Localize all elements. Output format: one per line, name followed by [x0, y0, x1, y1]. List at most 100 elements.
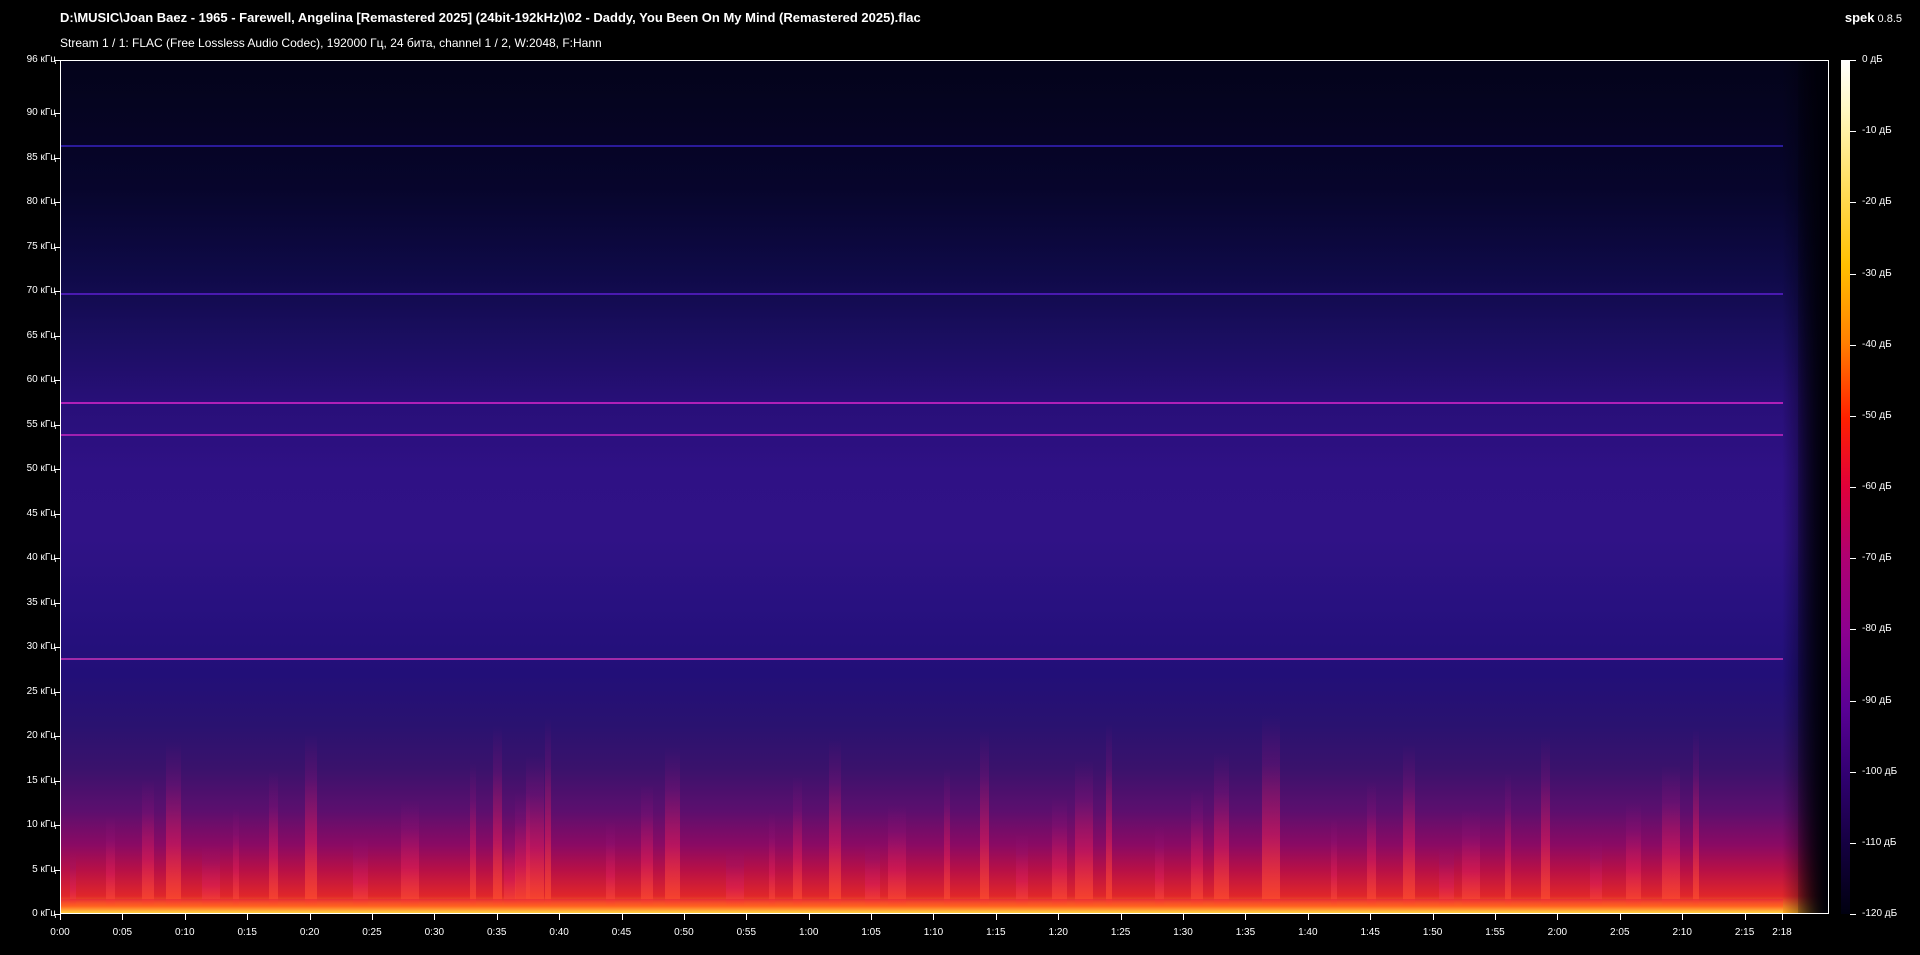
time-tick-mark: [1682, 914, 1684, 920]
energy-burst: [769, 813, 776, 913]
frequency-tick-label: 45 кГц: [26, 507, 56, 519]
time-tick-label: 0:15: [237, 927, 257, 938]
decibel-tick-label: -50 дБ: [1862, 409, 1892, 421]
decibel-tick-mark: [1850, 842, 1856, 844]
time-tick-label: 1:55: [1485, 927, 1505, 938]
energy-burst: [1051, 797, 1067, 913]
time-tick-mark: [496, 914, 498, 920]
energy-burst: [1462, 810, 1481, 913]
colorbar: [1841, 60, 1850, 914]
energy-burst: [943, 768, 950, 913]
energy-burst: [1661, 765, 1680, 913]
frequency-tick-label: 60 кГц: [26, 374, 56, 386]
frequency-tick-mark: [54, 157, 60, 159]
spek-window: D:\MUSIC\Joan Baez - 1965 - Farewell, An…: [0, 0, 1920, 955]
frequency-tick-mark: [54, 602, 60, 604]
decibel-tick-label: -100 дБ: [1862, 765, 1898, 777]
time-tick-mark: [1120, 914, 1122, 920]
app-version: 0.8.5: [1877, 13, 1902, 25]
energy-burst: [1505, 773, 1512, 913]
energy-burst: [1213, 752, 1229, 913]
time-tick-label: 2:15: [1734, 927, 1755, 938]
frequency-tick-mark: [54, 246, 60, 248]
decibel-tick-label: -80 дБ: [1862, 623, 1892, 635]
decibel-tick-mark: [1850, 558, 1856, 560]
frequency-tick-label: 40 кГц: [26, 552, 56, 564]
decibel-tick-label: -60 дБ: [1862, 481, 1892, 492]
time-tick-mark: [1495, 914, 1496, 920]
energy-burst: [142, 779, 155, 913]
tone-line: [61, 293, 1783, 296]
energy-burst: [544, 718, 551, 913]
time-tick-label: 2:18: [1772, 927, 1792, 938]
time-tick-label: 1:00: [798, 927, 819, 938]
energy-burst: [1625, 802, 1641, 913]
energy-burst: [401, 800, 420, 913]
time-tick-label: 1:20: [1048, 927, 1068, 938]
energy-burst: [1402, 744, 1415, 913]
frequency-tick-mark: [54, 869, 60, 871]
time-tick-label: 0:55: [736, 927, 757, 938]
time-tick-label: 0:40: [549, 927, 569, 938]
time-tick-mark: [871, 914, 873, 920]
file-path-title: D:\MUSIC\Joan Baez - 1965 - Farewell, An…: [60, 10, 921, 25]
energy-burst: [979, 731, 989, 913]
energy-burst: [526, 755, 545, 913]
energy-burst: [664, 747, 680, 913]
frequency-tick-label: 65 кГц: [26, 329, 56, 341]
time-tick-label: 0:45: [611, 927, 632, 938]
low-frequency-band: [61, 899, 1783, 913]
frequency-tick-label: 20 кГц: [26, 730, 56, 742]
frequency-tick-label: 30 кГц: [26, 641, 56, 653]
energy-burst: [1075, 760, 1094, 913]
frequency-tick-mark: [54, 647, 60, 649]
decibel-tick-label: -120 дБ: [1862, 908, 1898, 919]
frequency-tick-mark: [54, 469, 60, 471]
energy-burst: [641, 784, 654, 913]
time-tick-label: 1:50: [1422, 927, 1443, 938]
time-tick-label: 1:40: [1298, 927, 1318, 938]
energy-burst: [1262, 715, 1281, 913]
time-tick-label: 1:35: [1235, 927, 1256, 938]
tone-line: [61, 433, 1783, 436]
decibel-tick-mark: [1850, 202, 1856, 204]
time-tick-label: 0:35: [487, 927, 507, 938]
time-tick-label: 2:10: [1672, 927, 1692, 938]
time-tick-mark: [995, 914, 997, 920]
time-tick-label: 0:10: [175, 927, 195, 938]
decibel-tick-label: -110 дБ: [1862, 836, 1897, 848]
tone-line: [61, 145, 1783, 148]
time-tick-label: 2:00: [1547, 927, 1568, 938]
frequency-tick-label: 90 кГц: [26, 107, 56, 119]
tone-line: [61, 657, 1783, 660]
time-tick-mark: [808, 914, 810, 920]
frequency-tick-mark: [54, 513, 60, 515]
energy-burst: [888, 805, 907, 913]
time-tick-mark: [933, 914, 935, 920]
time-tick-mark: [60, 914, 61, 920]
energy-burst: [792, 776, 802, 913]
time-tick-mark: [1245, 914, 1247, 920]
spectrogram-plot[interactable]: [60, 60, 1829, 914]
energy-burst: [1106, 723, 1113, 913]
frequency-tick-mark: [54, 60, 60, 61]
time-tick-mark: [1432, 914, 1434, 920]
time-tick-mark: [1744, 914, 1746, 920]
time-tick-label: 1:30: [1173, 927, 1193, 938]
decibel-tick-mark: [1850, 344, 1856, 346]
frequency-tick-mark: [54, 335, 60, 337]
app-brand: spek 0.8.5: [1845, 10, 1902, 25]
decibel-tick-mark: [1850, 60, 1856, 61]
time-tick-mark: [1370, 914, 1372, 920]
decibel-tick-label: -20 дБ: [1862, 196, 1892, 208]
frequency-tick-label: 25 кГц: [26, 685, 56, 697]
decibel-tick-mark: [1850, 914, 1856, 915]
frequency-tick-label: 15 кГц: [26, 774, 56, 786]
time-tick-mark: [559, 914, 561, 920]
decibel-tick-label: -30 дБ: [1862, 267, 1892, 279]
frequency-tick-mark: [54, 380, 60, 382]
energy-burst: [828, 739, 841, 913]
frequency-tick-label: 80 кГц: [26, 196, 56, 208]
end-of-signal-fade: [1798, 61, 1828, 913]
decibel-tick-label: -90 дБ: [1862, 694, 1892, 706]
